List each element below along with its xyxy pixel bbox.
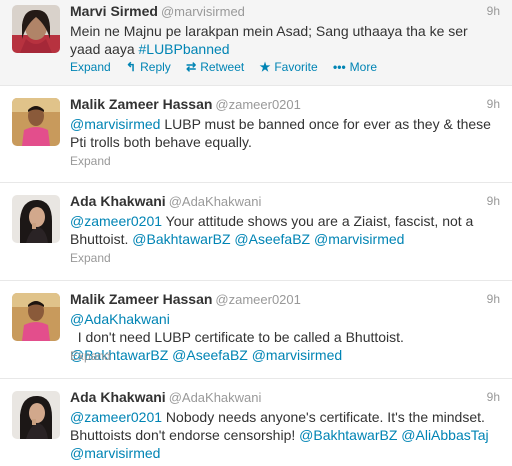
author-fullname[interactable]: Malik Zameer Hassan bbox=[70, 291, 212, 307]
tweet-header: Malik Zameer Hassan @zameer0201 9h bbox=[70, 96, 502, 114]
tweet-text: Mein ne Majnu pe larakpan mein Asad; San… bbox=[70, 22, 500, 58]
tweet-header: Malik Zameer Hassan @zameer0201 9h bbox=[70, 291, 502, 309]
tweet-text-line: @marvisirmed bbox=[70, 444, 500, 462]
mention-link[interactable]: @zameer0201 bbox=[70, 409, 162, 425]
tweet-text: @zameer0201 Your attitude shows you are … bbox=[70, 212, 500, 248]
tweet-timestamp[interactable]: 9h bbox=[487, 97, 500, 111]
mention-link[interactable]: @zameer0201 bbox=[70, 213, 162, 229]
tweet-actions: Expand bbox=[70, 154, 123, 168]
tweet-text-line: @zameer0201 Your attitude shows you are … bbox=[70, 212, 500, 230]
text-segment: LUBP must be banned once for ever as the… bbox=[160, 116, 491, 132]
text-segment: Nobody needs anyone's certificate. It's … bbox=[162, 409, 485, 425]
tweet-timestamp[interactable]: 9h bbox=[487, 194, 500, 208]
expand-link[interactable]: Expand bbox=[70, 60, 111, 74]
tweet-item[interactable]: Ada Khakwani @AdaKhakwani 9h @zameer0201 … bbox=[0, 379, 512, 466]
more-dots-icon: ••• bbox=[333, 60, 346, 74]
tweet-header: Ada Khakwani @AdaKhakwani 9h bbox=[70, 193, 502, 211]
tweet-timeline: Marvi Sirmed @marvisirmed 9h Mein ne Majn… bbox=[0, 0, 512, 466]
text-segment: Mein ne Majnu pe larakpan mein Asad; San… bbox=[70, 23, 468, 39]
mention-link[interactable]: @AdaKhakwani bbox=[70, 311, 170, 327]
more-button[interactable]: ••• More bbox=[333, 60, 377, 74]
reply-arrow-icon: ↰ bbox=[126, 60, 137, 74]
tweet-timestamp[interactable]: 9h bbox=[487, 292, 500, 306]
hashtag-link[interactable]: #LUBPbanned bbox=[139, 41, 230, 57]
author-username[interactable]: @AdaKhakwani bbox=[169, 194, 262, 209]
text-segment: Bhuttoist. bbox=[70, 231, 133, 247]
tweet-text: @marvisirmed LUBP must be banned once fo… bbox=[70, 115, 500, 151]
tweet-text-line: Mein ne Majnu pe larakpan mein Asad; San… bbox=[70, 22, 500, 40]
star-icon: ★ bbox=[259, 60, 271, 74]
expand-link[interactable]: Expand bbox=[70, 154, 111, 168]
text-segment: Pti trolls both behave equally. bbox=[70, 134, 252, 150]
retweet-label: Retweet bbox=[200, 60, 245, 74]
mention-link[interactable]: @marvisirmed bbox=[252, 347, 342, 363]
tweet-actions: Expand bbox=[70, 349, 123, 363]
expand-link[interactable]: Expand bbox=[70, 251, 111, 265]
avatar[interactable] bbox=[12, 195, 60, 243]
tweet-text-line: @zameer0201 Nobody needs anyone's certif… bbox=[70, 408, 500, 426]
mention-link[interactable]: @marvisirmed bbox=[70, 445, 160, 461]
tweet-text-line: @BakhtawarBZ @AseefaBZ @marvisirmed bbox=[70, 346, 500, 364]
more-label: More bbox=[349, 60, 377, 74]
author-fullname[interactable]: Ada Khakwani bbox=[70, 193, 166, 209]
author-username[interactable]: @marvisirmed bbox=[161, 4, 245, 19]
author-fullname[interactable]: Malik Zameer Hassan bbox=[70, 96, 212, 112]
mention-link[interactable]: @marvisirmed bbox=[314, 231, 404, 247]
expand-link[interactable]: Expand bbox=[70, 349, 111, 363]
author-username[interactable]: @zameer0201 bbox=[215, 292, 300, 307]
retweet-button[interactable]: ⇄ Retweet bbox=[186, 60, 244, 74]
mention-link[interactable]: @AliAbbasTaj bbox=[401, 427, 488, 443]
avatar[interactable] bbox=[12, 98, 60, 146]
tweet-item[interactable]: Malik Zameer Hassan @zameer0201 9h @marvi… bbox=[0, 86, 512, 183]
tweet-text-line: Bhuttoist. @BakhtawarBZ @AseefaBZ @marvi… bbox=[70, 230, 500, 248]
tweet-item[interactable]: Marvi Sirmed @marvisirmed 9h Mein ne Majn… bbox=[0, 0, 512, 86]
text-segment: Bhuttoists don't endorse censorship! bbox=[70, 427, 300, 443]
reply-button[interactable]: ↰ Reply bbox=[126, 60, 171, 74]
tweet-text: @AdaKhakwani I don't need LUBP certifica… bbox=[70, 310, 500, 364]
mention-link[interactable]: @BakhtawarBZ bbox=[299, 427, 397, 443]
tweet-text-line: @marvisirmed LUBP must be banned once fo… bbox=[70, 115, 500, 133]
favorite-label: Favorite bbox=[274, 60, 318, 74]
text-segment: I don't need LUBP certificate to be call… bbox=[70, 329, 404, 345]
favorite-button[interactable]: ★ Favorite bbox=[260, 60, 318, 74]
mention-link[interactable]: @marvisirmed bbox=[70, 116, 160, 132]
tweet-text-line: @AdaKhakwani I don't need LUBP certifica… bbox=[70, 310, 500, 346]
author-username[interactable]: @zameer0201 bbox=[215, 97, 300, 112]
tweet-item[interactable]: Malik Zameer Hassan @zameer0201 9h @AdaKh… bbox=[0, 281, 512, 379]
author-username[interactable]: @AdaKhakwani bbox=[169, 390, 262, 405]
tweet-timestamp[interactable]: 9h bbox=[487, 390, 500, 404]
tweet-item[interactable]: Ada Khakwani @AdaKhakwani 9h @zameer0201 … bbox=[0, 183, 512, 281]
tweet-header: Ada Khakwani @AdaKhakwani 9h bbox=[70, 389, 502, 407]
author-fullname[interactable]: Marvi Sirmed bbox=[70, 3, 158, 19]
tweet-actions: Expand ↰ Reply ⇄ Retweet ★ Favorite ••• More bbox=[70, 60, 389, 74]
avatar[interactable] bbox=[12, 5, 60, 53]
retweet-icon: ⇄ bbox=[186, 60, 197, 74]
tweet-text: @zameer0201 Nobody needs anyone's certif… bbox=[70, 408, 500, 462]
tweet-timestamp[interactable]: 9h bbox=[487, 4, 500, 18]
text-segment: yaad aaya bbox=[70, 41, 139, 57]
tweet-header: Marvi Sirmed @marvisirmed 9h bbox=[70, 3, 502, 21]
tweet-text-line: yaad aaya #LUBPbanned bbox=[70, 40, 500, 58]
mention-link[interactable]: @BakhtawarBZ bbox=[132, 231, 230, 247]
avatar[interactable] bbox=[12, 293, 60, 341]
tweet-actions: Expand bbox=[70, 251, 123, 265]
reply-label: Reply bbox=[140, 60, 171, 74]
tweet-text-line: Pti trolls both behave equally. bbox=[70, 133, 500, 151]
avatar[interactable] bbox=[12, 391, 60, 439]
mention-link[interactable]: @AseefaBZ bbox=[172, 347, 248, 363]
tweet-text-line: Bhuttoists don't endorse censorship! @Ba… bbox=[70, 426, 500, 444]
mention-link[interactable]: @AseefaBZ bbox=[234, 231, 310, 247]
text-segment: Your attitude shows you are a Ziaist, fa… bbox=[162, 213, 474, 229]
author-fullname[interactable]: Ada Khakwani bbox=[70, 389, 166, 405]
